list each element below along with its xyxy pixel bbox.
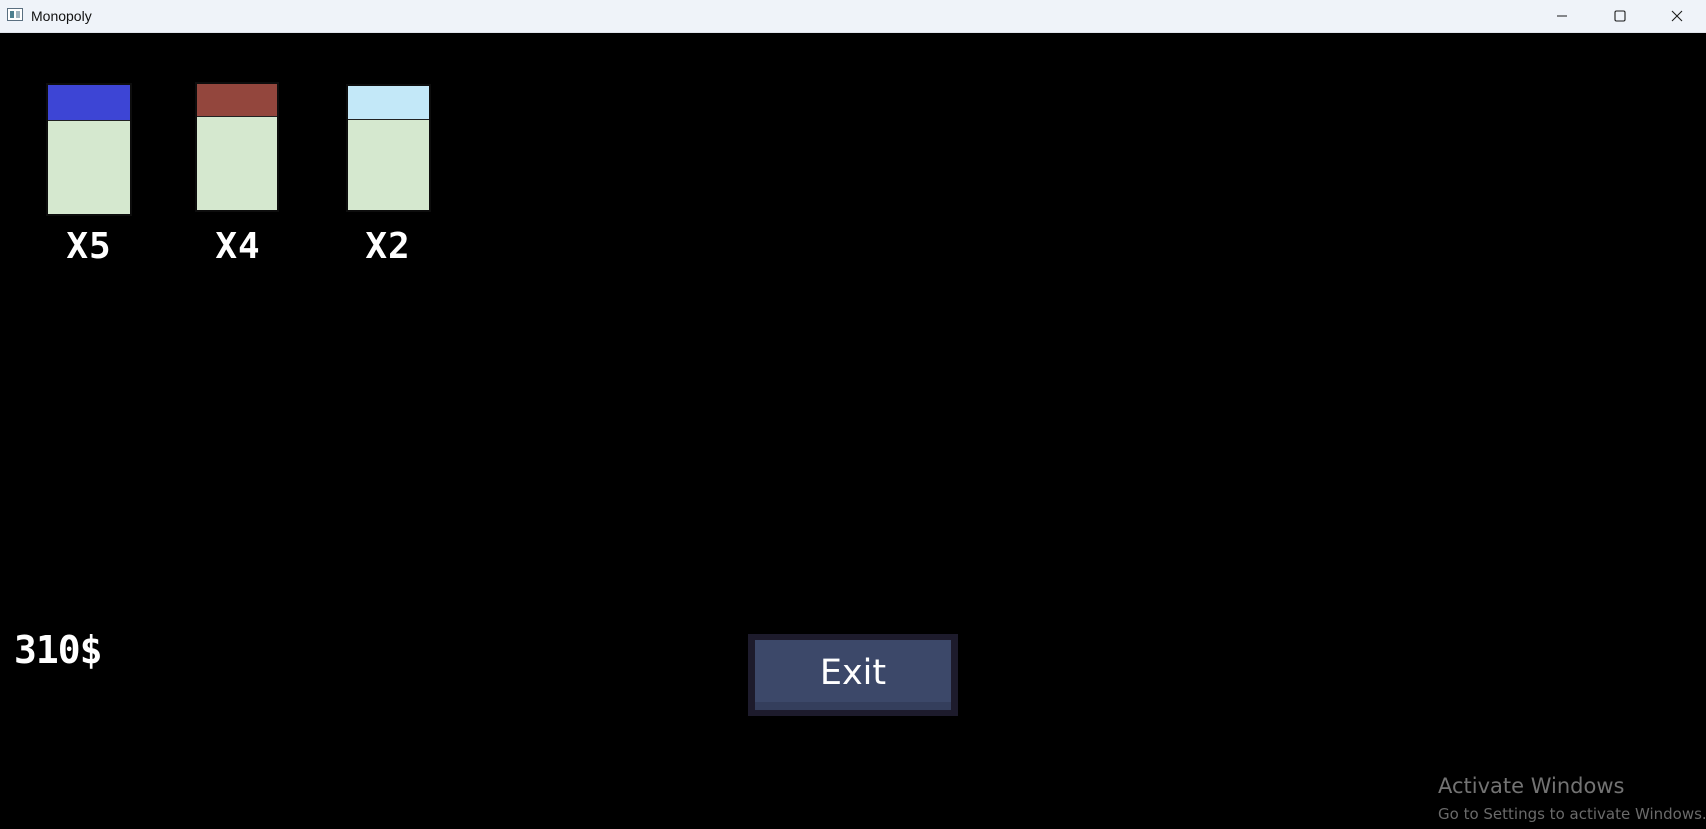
exit-button-label: Exit bbox=[819, 653, 887, 693]
property-card-blue[interactable] bbox=[46, 83, 132, 216]
minimize-button[interactable] bbox=[1533, 0, 1591, 32]
close-icon bbox=[1671, 10, 1683, 22]
monopoly-window: Monopoly X5 X4 X2 310$ Exit Activate Win… bbox=[0, 0, 1706, 829]
card-color-band bbox=[197, 84, 277, 117]
minimize-icon bbox=[1557, 15, 1567, 17]
card-count-label: X5 bbox=[66, 226, 112, 267]
property-card-light-blue[interactable] bbox=[346, 84, 431, 212]
property-card-brown[interactable] bbox=[195, 82, 279, 212]
card-color-band bbox=[348, 86, 429, 120]
player-money: 310$ bbox=[14, 628, 103, 672]
exit-button[interactable]: Exit bbox=[748, 634, 958, 724]
title-bar[interactable]: Monopoly bbox=[0, 0, 1706, 33]
app-icon bbox=[7, 8, 23, 21]
maximize-icon bbox=[1614, 10, 1626, 22]
card-count-label: X2 bbox=[365, 226, 411, 267]
watermark-subtitle: Go to Settings to activate Windows. bbox=[1438, 805, 1706, 823]
maximize-button[interactable] bbox=[1591, 0, 1649, 32]
exit-button-face[interactable]: Exit bbox=[755, 640, 951, 710]
close-button[interactable] bbox=[1648, 0, 1706, 32]
card-color-band bbox=[48, 85, 130, 121]
watermark-title: Activate Windows bbox=[1438, 774, 1625, 798]
activate-windows-watermark: Activate Windows Go to Settings to activ… bbox=[1438, 772, 1706, 824]
card-count-label: X4 bbox=[215, 226, 261, 267]
window-title: Monopoly bbox=[31, 8, 92, 24]
